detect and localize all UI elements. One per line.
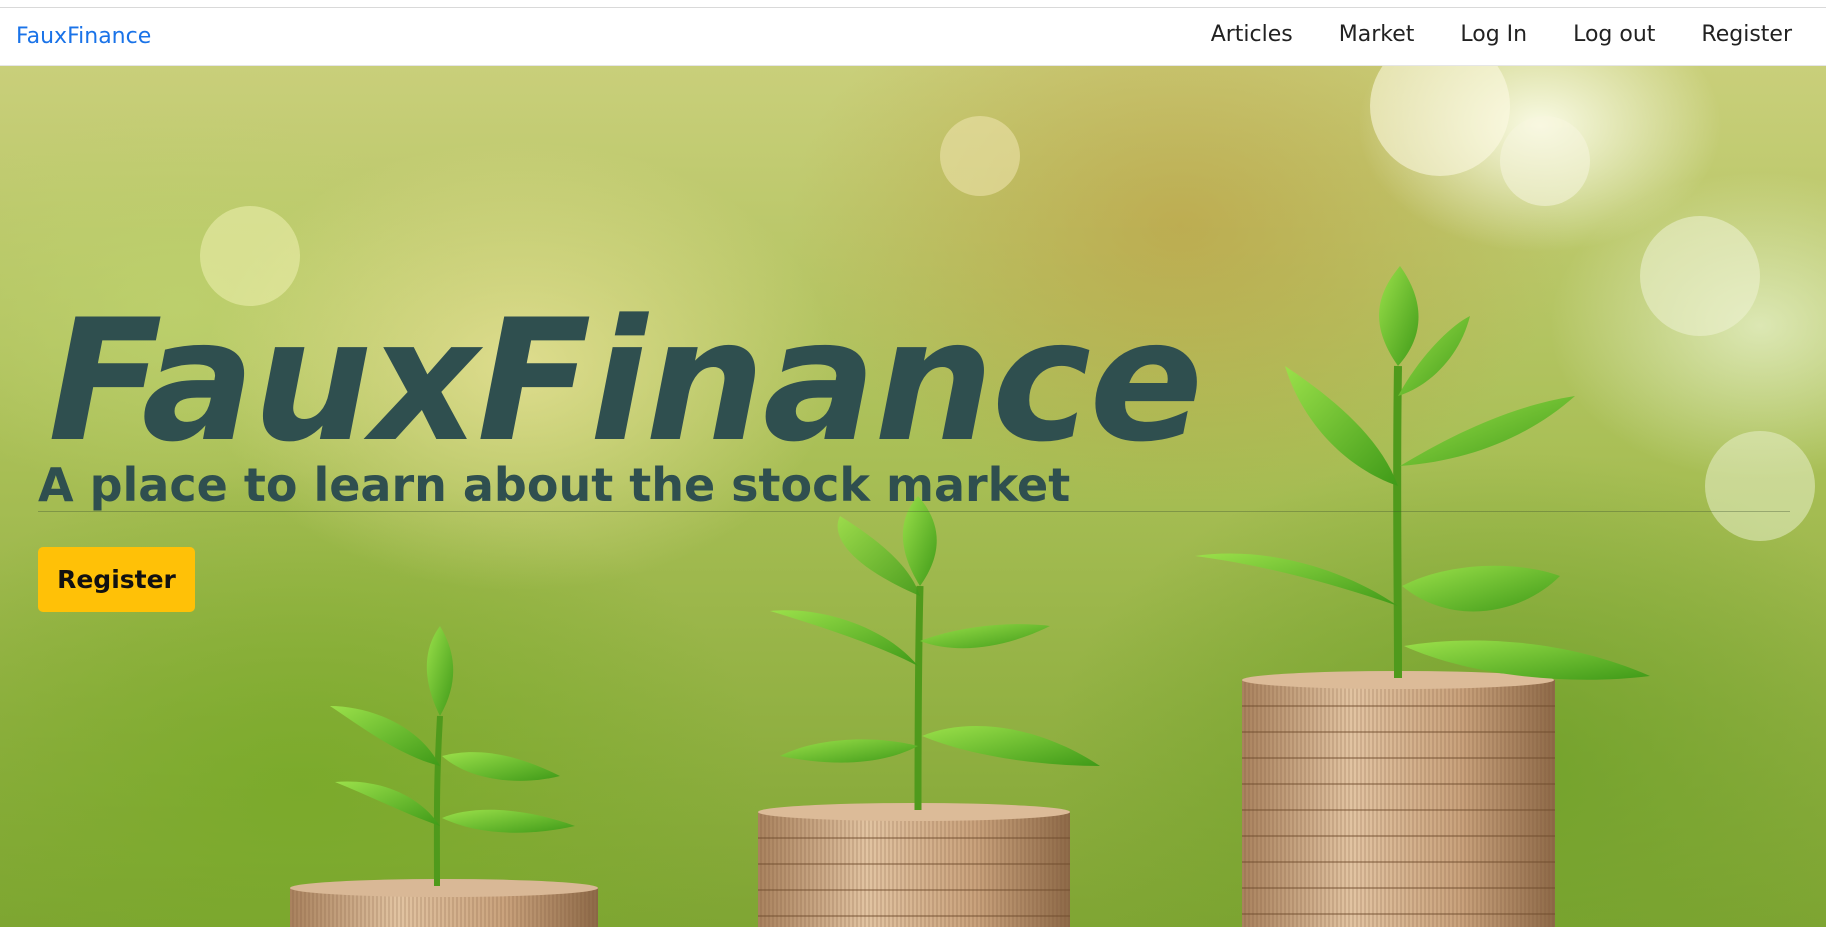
hero-jumbotron: FauxFinance A place to learn about the s… <box>0 66 1826 927</box>
sprout-large <box>1195 266 1650 680</box>
nav-login-link[interactable]: Log In <box>1460 22 1527 47</box>
page: FauxFinance Articles Market Log In Log o… <box>0 0 1826 927</box>
navbar: FauxFinance Articles Market Log In Log o… <box>0 8 1826 66</box>
sprout-medium <box>770 496 1100 811</box>
nav-register-link[interactable]: Register <box>1701 22 1792 47</box>
nav-logout-link[interactable]: Log out <box>1573 22 1655 47</box>
hero-divider <box>38 511 1790 512</box>
hero-subtitle: A place to learn about the stock market <box>38 458 1071 512</box>
coin-stack-small <box>290 879 598 927</box>
coin-stack-large <box>1242 671 1555 927</box>
register-button[interactable]: Register <box>38 547 195 612</box>
brand-link[interactable]: FauxFinance <box>16 24 151 49</box>
nav-links: Articles Market Log In Log out Register <box>1165 22 1792 47</box>
coin-stack-medium <box>758 803 1070 927</box>
browser-top-edge <box>0 0 1826 8</box>
sprout-small <box>330 626 575 887</box>
nav-market-link[interactable]: Market <box>1339 22 1415 47</box>
nav-articles-link[interactable]: Articles <box>1211 22 1293 47</box>
hero-title: FauxFinance <box>48 282 1203 479</box>
